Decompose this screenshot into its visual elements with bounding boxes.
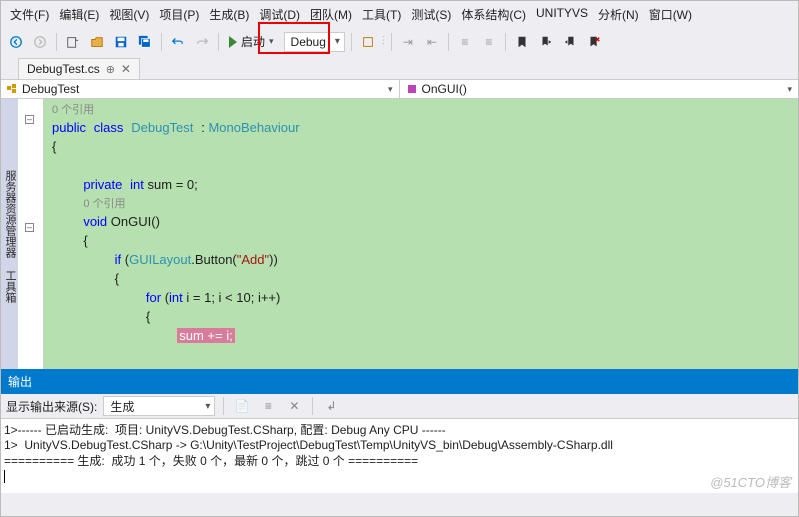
redo-icon[interactable] [192,32,212,52]
menu-window[interactable]: 窗口(W) [645,4,696,25]
outdent-icon: ≡ [479,32,499,52]
fold-icon[interactable]: – [25,115,34,124]
code-editor[interactable]: 0 个引用 public class DebugTest : MonoBehav… [44,99,799,369]
menu-analyze[interactable]: 分析(N) [594,4,643,25]
new-item-icon[interactable] [63,32,83,52]
method-selector[interactable]: OnGUI() ▾ [400,80,799,98]
menu-test[interactable]: 测试(S) [407,4,455,25]
output-toolbar: 显示输出来源(S): 生成 📄 ≡ ✕ ↲ [0,394,799,419]
separator [312,397,313,415]
output-text[interactable]: 1>------ 已启动生成: 项目: UnityVS.DebugTest.CS… [0,419,799,493]
step-icon: ⇤ [422,32,442,52]
main-toolbar: 启动 ▾ Debug ⫶ ⇥ ⇤ ≡ ≡ [0,29,799,58]
indent-icon: ≡ [455,32,475,52]
separator [223,397,224,415]
pin-icon[interactable]: ⊕ [106,63,115,76]
separator [351,33,352,51]
menu-view[interactable]: 视图(V) [105,4,153,25]
code-nav-bar: DebugTest ▾ OnGUI() ▾ [0,80,799,99]
fold-icon[interactable]: – [25,223,34,232]
menu-project[interactable]: 项目(P) [155,4,203,25]
goto-icon[interactable]: 📄 [232,396,252,416]
menu-tools[interactable]: 工具(T) [358,4,405,25]
save-icon[interactable] [111,32,131,52]
class-icon [6,83,18,95]
document-tabs: DebugTest.cs ⊕ ✕ [0,58,799,80]
wrap-icon[interactable]: ↲ [321,396,341,416]
tab-filename: DebugTest.cs [27,62,100,76]
watermark: @51CTO博客 [710,472,791,491]
menu-bar: 文件(F) 编辑(E) 视图(V) 项目(P) 生成(B) 调试(D) 团队(M… [0,0,799,29]
class-selector[interactable]: DebugTest ▾ [0,80,400,98]
highlight-box [258,22,330,54]
save-all-icon[interactable] [135,32,155,52]
bookmark-prev-icon[interactable] [536,32,556,52]
nav-back-icon[interactable] [6,32,26,52]
side-tool-tabs[interactable]: 服务器资源管理器 工具箱 [0,99,18,369]
undo-icon[interactable] [168,32,188,52]
bookmark-next-icon[interactable] [560,32,580,52]
tab-debugtest[interactable]: DebugTest.cs ⊕ ✕ [18,58,140,79]
menu-file[interactable]: 文件(F) [6,4,53,25]
separator [448,33,449,51]
bookmark-icon[interactable] [512,32,532,52]
find-icon[interactable]: ≡ [258,396,278,416]
close-icon[interactable]: ✕ [121,62,131,76]
separator [505,33,506,51]
menu-architecture[interactable]: 体系结构(C) [457,4,530,25]
editor-area: 服务器资源管理器 工具箱 – – 0 个引用 public class Debu… [0,99,799,369]
output-source-label: 显示输出来源(S): [6,398,97,415]
method-icon [406,83,418,95]
menu-unityvs[interactable]: UNITYVS [532,4,592,25]
separator [56,33,57,51]
clear-icon[interactable]: ✕ [284,396,304,416]
attach-icon[interactable] [358,32,378,52]
separator [391,33,392,51]
menu-edit[interactable]: 编辑(E) [55,4,103,25]
separator [161,33,162,51]
gutter[interactable]: – – [18,99,44,369]
output-source-selector[interactable]: 生成 [103,396,215,416]
bookmark-clear-icon[interactable] [584,32,604,52]
play-icon [229,36,237,48]
output-panel-title[interactable]: 输出 [0,369,799,394]
step-icon: ⇥ [398,32,418,52]
open-icon[interactable] [87,32,107,52]
nav-forward-icon[interactable] [30,32,50,52]
menu-build[interactable]: 生成(B) [205,4,253,25]
separator [218,33,219,51]
